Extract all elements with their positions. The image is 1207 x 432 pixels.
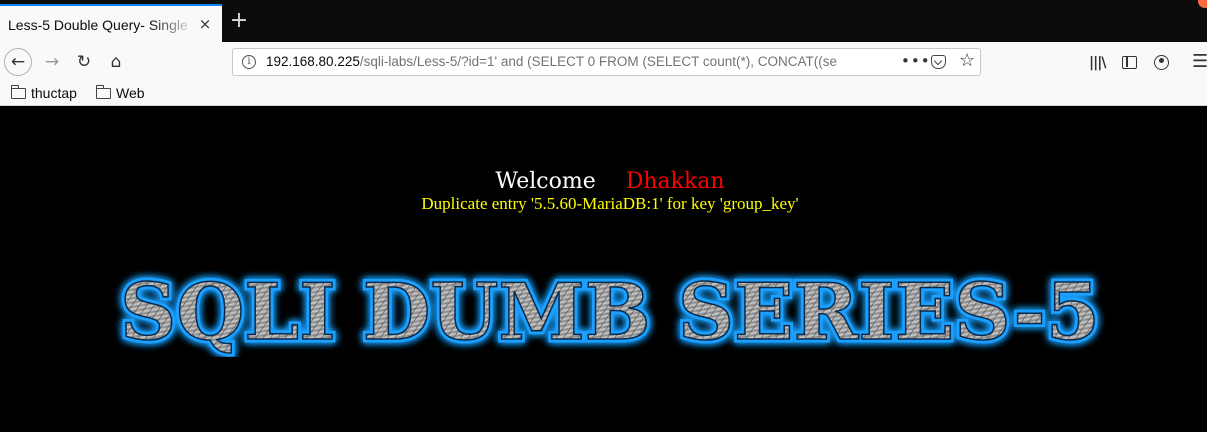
- banner-text: SQLI DUMB SERIES-5: [120, 267, 1100, 357]
- address-bar[interactable]: i 192.168.80.225/sqli-labs/Less-5/?id=1'…: [232, 48, 981, 76]
- reload-button[interactable]: ↻: [70, 48, 98, 76]
- sql-error-message: Duplicate entry '5.5.60-MariaDB:1' for k…: [421, 194, 799, 213]
- forward-arrow-icon: →: [44, 52, 60, 72]
- bookmark-label: Web: [116, 85, 145, 101]
- url-host: 192.168.80.225: [266, 54, 360, 69]
- folder-icon: [10, 85, 26, 99]
- bookmark-folder-thuctap[interactable]: thuctap: [10, 85, 77, 103]
- new-tab-button[interactable]: +: [229, 10, 249, 32]
- navigation-toolbar: ← → ↻ ⌂ i 192.168.80.225/sqli-labs/Less-…: [0, 42, 1207, 82]
- account-icon[interactable]: [1154, 55, 1169, 70]
- url-path: /sqli-labs/Less-5/?id=1' and (SELECT 0 F…: [359, 54, 837, 69]
- browser-titlebar: Less-5 Double Query- Single Quotes- Stri…: [0, 0, 1207, 42]
- welcome-line: Welcome Dhakkan: [0, 169, 1207, 194]
- tab-close-icon[interactable]: ×: [196, 15, 214, 33]
- sidebar-toggle-icon[interactable]: [1122, 56, 1137, 69]
- page-content: Welcome Dhakkan Duplicate entry '5.5.60-M…: [0, 107, 1207, 432]
- bookmark-label: thuctap: [31, 85, 77, 101]
- bookmarks-toolbar: thuctap Web: [0, 82, 1207, 106]
- home-button[interactable]: ⌂: [102, 48, 130, 76]
- library-icon[interactable]: |||\: [1089, 55, 1106, 71]
- folder-icon: [95, 85, 111, 99]
- url-fade: [833, 51, 873, 73]
- welcome-label: Welcome: [495, 169, 596, 194]
- pocket-icon[interactable]: [931, 55, 946, 69]
- bookmark-star-icon[interactable]: ☆: [959, 50, 975, 71]
- forward-button[interactable]: →: [38, 48, 66, 76]
- tab-active[interactable]: Less-5 Double Query- Single Quotes- Stri…: [0, 4, 222, 42]
- sqli-dumb-series-banner: SQLI DUMB SERIES-5 SQLI DUMB SERIES-5: [117, 267, 1104, 357]
- back-arrow-icon: ←: [10, 52, 26, 72]
- url-text[interactable]: 192.168.80.225/sqli-labs/Less-5/?id=1' a…: [266, 54, 871, 69]
- bookmark-folder-web[interactable]: Web: [95, 85, 145, 103]
- home-icon: ⌂: [110, 52, 122, 72]
- hamburger-menu-icon[interactable]: ☰: [1192, 53, 1207, 71]
- back-button[interactable]: ←: [4, 48, 32, 76]
- window-control-dot[interactable]: [1198, 0, 1207, 8]
- reload-icon: ↻: [76, 52, 92, 72]
- site-info-icon[interactable]: i: [242, 55, 256, 69]
- tab-title-fade: [150, 12, 196, 38]
- welcome-name: Dhakkan: [625, 169, 725, 194]
- page-actions-menu-icon[interactable]: •••: [901, 52, 931, 70]
